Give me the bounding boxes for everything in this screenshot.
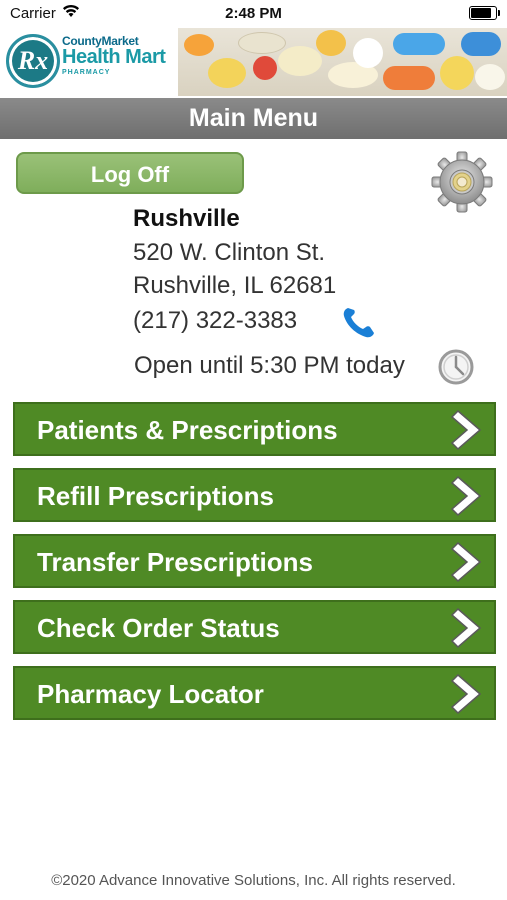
menu-item-transfer-prescriptions[interactable]: Transfer Prescriptions <box>13 534 496 588</box>
status-bar: Carrier 2:48 PM <box>0 0 507 28</box>
menu-item-pharmacy-locator[interactable]: Pharmacy Locator <box>13 666 496 720</box>
logo-line2: Health Mart <box>62 46 166 68</box>
store-hours: Open until 5:30 PM today <box>134 352 405 379</box>
store-address-line1: 520 W. Clinton St. <box>133 239 326 266</box>
menu-item-refill-prescriptions[interactable]: Refill Prescriptions <box>13 468 496 522</box>
chevron-right-icon <box>448 407 490 453</box>
phone-icon[interactable] <box>340 304 380 340</box>
menu-item-label: Transfer Prescriptions <box>37 547 313 577</box>
clock-icon[interactable] <box>437 348 475 386</box>
battery-level <box>471 8 491 18</box>
menu-item-label: Pharmacy Locator <box>37 679 264 709</box>
battery-icon <box>469 6 500 20</box>
menu-item-patients-prescriptions[interactable]: Patients & Prescriptions <box>13 402 496 456</box>
store-name: Rushville <box>133 205 240 232</box>
chevron-right-icon <box>448 539 490 585</box>
brand-banner: Rx CountyMarket Health Mart PHARMACY <box>0 28 507 96</box>
chevron-right-icon <box>448 671 490 717</box>
chevron-right-icon <box>448 605 490 651</box>
menu-item-label: Refill Prescriptions <box>37 481 274 511</box>
store-address-line2: Rushville, IL 62681 <box>133 272 337 299</box>
menu-item-label: Check Order Status <box>37 613 280 643</box>
clock-time: 2:48 PM <box>225 5 282 22</box>
page-title: Main Menu <box>0 98 507 139</box>
pills-banner-image <box>178 28 507 96</box>
pharmacy-logo: Rx CountyMarket Health Mart PHARMACY <box>6 32 176 92</box>
logo-line3: PHARMACY <box>62 69 111 76</box>
store-phone[interactable]: (217) 322-3383 <box>133 307 297 335</box>
chevron-right-icon <box>448 473 490 519</box>
logo-rx-text: Rx <box>17 46 49 75</box>
menu-item-check-order-status[interactable]: Check Order Status <box>13 600 496 654</box>
copyright-footer: ©2020 Advance Innovative Solutions, Inc.… <box>51 872 456 889</box>
gear-icon[interactable] <box>430 150 494 214</box>
menu-item-label: Patients & Prescriptions <box>37 415 338 445</box>
log-off-button[interactable]: Log Off <box>16 152 244 194</box>
